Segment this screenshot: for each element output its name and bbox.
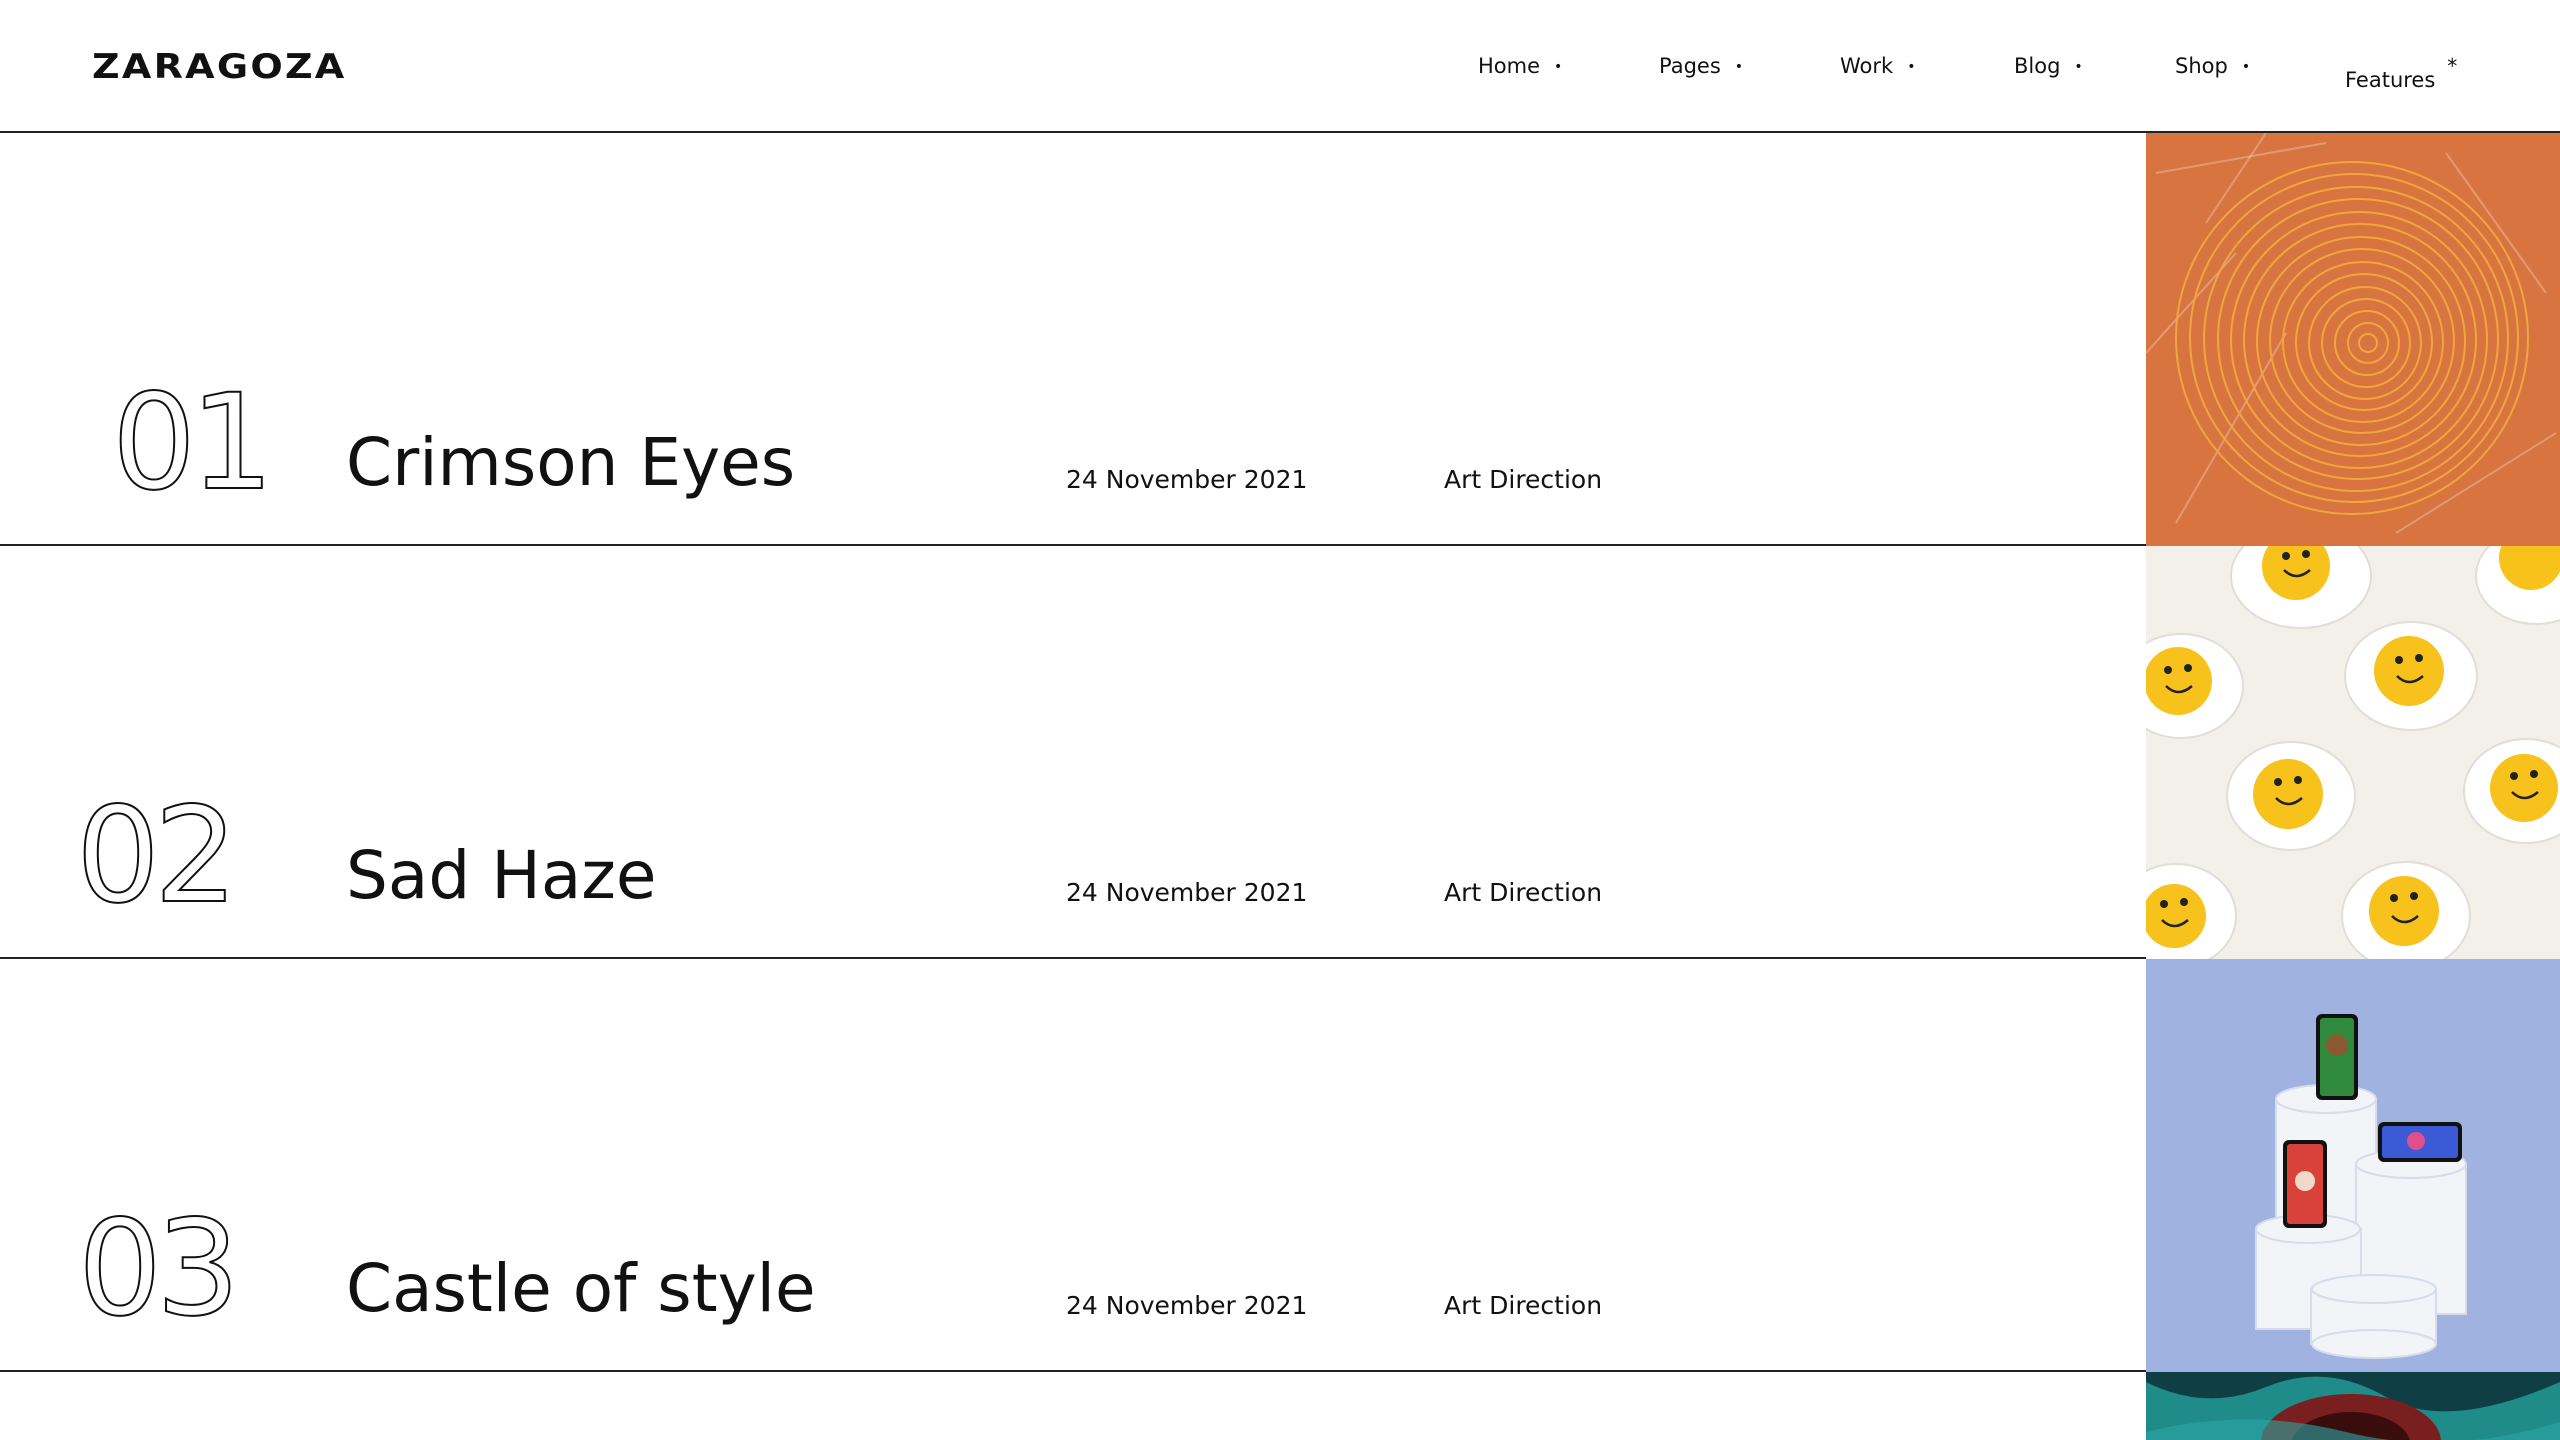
project-title[interactable]: Castle of style: [346, 1239, 816, 1339]
orange-spiral-image[interactable]: [2146, 133, 2560, 546]
smiley-eggs-image[interactable]: [2146, 546, 2560, 959]
dot-icon: •: [2074, 59, 2083, 75]
project-category[interactable]: Art Direction: [1444, 1281, 1602, 1331]
nav-item-shop[interactable]: Shop •: [2175, 48, 2250, 84]
nav-item-label: Features: [2345, 68, 2436, 92]
project-date: 24 November 2021: [1066, 465, 1308, 494]
project-row[interactable]: 03 Castle of style 24 November 2021 Art …: [0, 959, 2146, 1372]
project-title[interactable]: Crimson Eyes: [346, 413, 795, 513]
project-number: 03: [77, 1192, 241, 1346]
nav-item-label: Shop: [2175, 54, 2228, 78]
dot-icon: •: [2241, 59, 2251, 75]
nav-item-pages[interactable]: Pages •: [1659, 48, 1743, 84]
dot-icon: •: [1734, 59, 1744, 75]
phones-on-pedestals-image[interactable]: [2146, 959, 2560, 1372]
nav-item-label: Blog: [2014, 54, 2061, 78]
dot-icon: •: [1907, 59, 1916, 75]
project-row[interactable]: 01 Crimson Eyes 24 November 2021 Art Dir…: [0, 133, 2146, 546]
project-category[interactable]: Art Direction: [1444, 455, 1602, 505]
star-icon: *: [2447, 54, 2458, 78]
project-number: 02: [75, 779, 239, 933]
project-date: 24 November 2021: [1066, 1291, 1308, 1320]
nav-item-label: Work: [1840, 54, 1894, 78]
project-date: 24 November 2021: [1066, 878, 1308, 907]
nav-item-home[interactable]: Home •: [1478, 48, 1562, 84]
nav-item-label: Pages: [1659, 54, 1721, 78]
nav-item-blog[interactable]: Blog •: [2014, 48, 2083, 84]
teal-artwork-image[interactable]: [2146, 1372, 2560, 1440]
project-row[interactable]: 02 Sad Haze 24 November 2021 Art Directi…: [0, 546, 2146, 959]
dot-icon: •: [1554, 59, 1563, 75]
site-header: ZARAGOZA Home • Pages • Work • Blog • Shop • …: [0, 0, 2560, 133]
project-category[interactable]: Art Direction: [1444, 868, 1602, 918]
project-number: 01: [111, 366, 275, 520]
project-title[interactable]: Sad Haze: [346, 826, 657, 926]
nav-item-features[interactable]: Features *: [2345, 48, 2458, 92]
nav-item-work[interactable]: Work •: [1840, 48, 1915, 84]
nav-item-label: Home: [1478, 54, 1541, 78]
brand-logo[interactable]: ZARAGOZA: [92, 42, 347, 92]
